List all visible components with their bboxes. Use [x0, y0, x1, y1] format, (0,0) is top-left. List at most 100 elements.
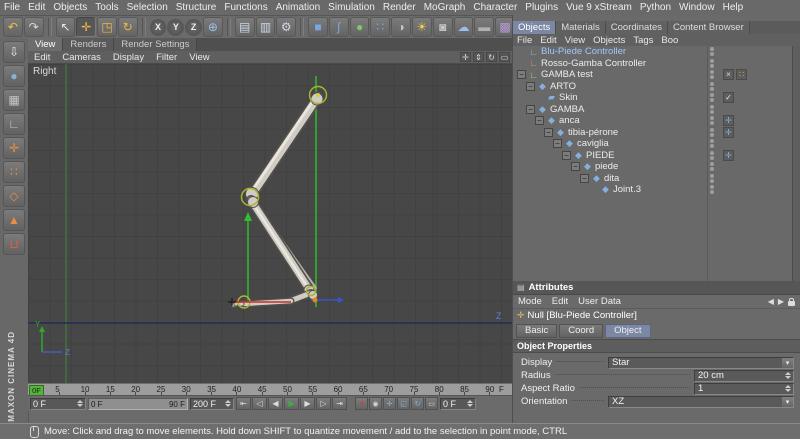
record-position-button[interactable]: ✛ [383, 397, 396, 410]
manager-tab-coordinates[interactable]: Coordinates [605, 21, 668, 34]
aspect-ratio-input[interactable]: 1 [694, 382, 794, 395]
viewport-3d-scene[interactable]: Z Y Z [28, 64, 512, 383]
render-visibility-dot[interactable] [710, 121, 714, 125]
history-forward-icon[interactable]: ▶ [778, 297, 784, 306]
add-sky-icon[interactable]: ☁ [453, 17, 474, 37]
y-axis-lock-button[interactable]: Y [167, 18, 185, 36]
spin-down-arrow[interactable] [77, 404, 83, 407]
add-boole-icon[interactable]: ◑ [391, 17, 412, 37]
menu-objects[interactable]: Objects [49, 2, 91, 13]
render-visibility-dot[interactable] [710, 75, 714, 79]
check-icon[interactable]: ✓ [723, 92, 734, 103]
polygons-mode-icon[interactable]: ▲ [3, 209, 25, 231]
spin-up-arrow[interactable] [467, 400, 473, 403]
display-tag-icon[interactable]: ∷ [736, 69, 747, 80]
viewport-menu-cameras[interactable]: Cameras [56, 52, 107, 63]
editor-visibility-dot[interactable] [710, 139, 714, 143]
snap-settings-icon[interactable]: ⊔ [3, 233, 25, 255]
goto-start-button[interactable]: ⇤ [236, 397, 251, 410]
spinner[interactable] [77, 400, 83, 407]
object-row-tibia-p-rone[interactable]: − ◆ tibia-pérone ✛ [513, 126, 800, 139]
spin-up-arrow[interactable] [785, 385, 791, 388]
render-visibility-dot[interactable] [710, 98, 714, 102]
scale-tool-icon[interactable]: ◳ [97, 17, 117, 37]
model-mode-icon[interactable]: ● [3, 65, 25, 87]
z-axis-lock-button[interactable]: Z [185, 18, 203, 36]
visibility-dots[interactable] [710, 162, 714, 171]
visibility-dots[interactable] [710, 185, 714, 194]
menu-vue-9-xstream[interactable]: Vue 9 xStream [562, 2, 636, 13]
dolly-view-icon[interactable]: ⇕ [473, 52, 484, 62]
object-row-piede[interactable]: − ◆ PIEDE ✛ [513, 149, 800, 162]
object-row-skin[interactable]: ▰ Skin ✓ [513, 92, 800, 104]
om-menu-tags[interactable]: Tags [629, 35, 657, 46]
ik-tag-icon[interactable]: ✛ [723, 149, 734, 161]
manager-tab-objects[interactable]: Objects [513, 21, 557, 34]
render-visibility-dot[interactable] [710, 63, 714, 68]
render-visibility-dot[interactable] [710, 167, 714, 171]
editor-visibility-dot[interactable] [710, 173, 714, 178]
menu-render[interactable]: Render [379, 2, 420, 13]
attr-tab-object[interactable]: Object [605, 323, 651, 338]
menu-file[interactable]: File [0, 2, 24, 13]
workplane-mode-icon[interactable]: ∟ [3, 113, 25, 135]
edges-mode-icon[interactable]: ◇ [3, 185, 25, 207]
attr-menu-edit[interactable]: Edit [547, 296, 573, 307]
add-floor-icon[interactable]: ▬ [474, 17, 495, 37]
document-max-frame-field[interactable]: 200 F [190, 397, 234, 410]
current-frame-field[interactable]: 0 F [30, 397, 86, 410]
play-button[interactable]: ▶ [284, 397, 299, 410]
add-camera-icon[interactable]: ◙ [432, 17, 453, 37]
points-mode-icon[interactable]: ∷ [3, 161, 25, 183]
current-frame-marker[interactable]: 0F [29, 385, 44, 395]
orbit-view-icon[interactable]: ↻ [486, 52, 497, 62]
expand-toggle[interactable]: − [517, 70, 526, 80]
texture-mode-icon[interactable]: ▦ [3, 89, 25, 111]
move-tool-icon[interactable]: ✛ [76, 17, 97, 37]
object-row-gamba[interactable]: − ◆ GAMBA [513, 104, 800, 116]
add-cube-icon[interactable]: ■ [308, 17, 328, 37]
spinner[interactable] [467, 400, 473, 407]
editor-visibility-dot[interactable] [710, 47, 714, 51]
visibility-dots[interactable] [710, 104, 714, 114]
spin-down-arrow[interactable] [225, 404, 231, 407]
visibility-dots[interactable] [710, 116, 714, 125]
object-manager-tree[interactable]: ∟ Blu-Piede Controller ∟ Rosso-Gamba Contro… [513, 46, 800, 281]
editor-visibility-dot[interactable] [710, 58, 714, 63]
om-menu-boo[interactable]: Boo [657, 35, 682, 46]
attr-tab-basic[interactable]: Basic [516, 323, 558, 338]
attr-tab-coord[interactable]: Coord [559, 323, 604, 338]
spinner[interactable] [225, 400, 231, 407]
object-row-caviglia[interactable]: − ◆ caviglia [513, 138, 800, 150]
object-row-arto[interactable]: − ◆ ARTO [513, 81, 800, 93]
editor-visibility-dot[interactable] [710, 70, 714, 74]
menu-structure[interactable]: Structure [172, 2, 221, 13]
live-selection-icon[interactable]: ↖ [55, 17, 76, 37]
add-hypernurbs-icon[interactable]: ● [349, 17, 370, 37]
next-frame-button[interactable]: ▶ [300, 397, 315, 410]
rotate-tool-icon[interactable]: ↻ [117, 17, 138, 37]
editor-visibility-dot[interactable] [710, 162, 714, 166]
render-view-icon[interactable]: ▤ [234, 17, 255, 37]
add-array-icon[interactable]: ∷ [370, 17, 391, 37]
dropdown-arrow-icon[interactable]: ▾ [782, 357, 793, 368]
expand-toggle[interactable]: − [535, 116, 544, 126]
menu-mograph[interactable]: MoGraph [420, 2, 470, 13]
toggle-panels-icon[interactable]: ▭ [499, 52, 510, 62]
viewport-menu-edit[interactable]: Edit [28, 52, 56, 63]
expand-toggle[interactable]: − [526, 104, 535, 114]
om-menu-objects[interactable]: Objects [589, 35, 629, 46]
render-visibility-dot[interactable] [710, 190, 714, 194]
visibility-dots[interactable] [710, 81, 714, 91]
menu-selection[interactable]: Selection [123, 2, 172, 13]
spin-down-arrow[interactable] [785, 389, 791, 392]
range-start-grabber[interactable]: 0 F [91, 400, 103, 409]
radius-input[interactable]: 20 cm [694, 369, 794, 382]
visibility-dots[interactable] [710, 127, 714, 137]
menu-python[interactable]: Python [636, 2, 675, 13]
om-menu-view[interactable]: View [561, 35, 589, 46]
object-row-piede[interactable]: − ◆ piede [513, 161, 800, 173]
render-visibility-dot[interactable] [710, 109, 714, 114]
display-dropdown[interactable]: Star ▾ [608, 356, 794, 369]
next-key-button[interactable]: ▷ [316, 397, 331, 410]
